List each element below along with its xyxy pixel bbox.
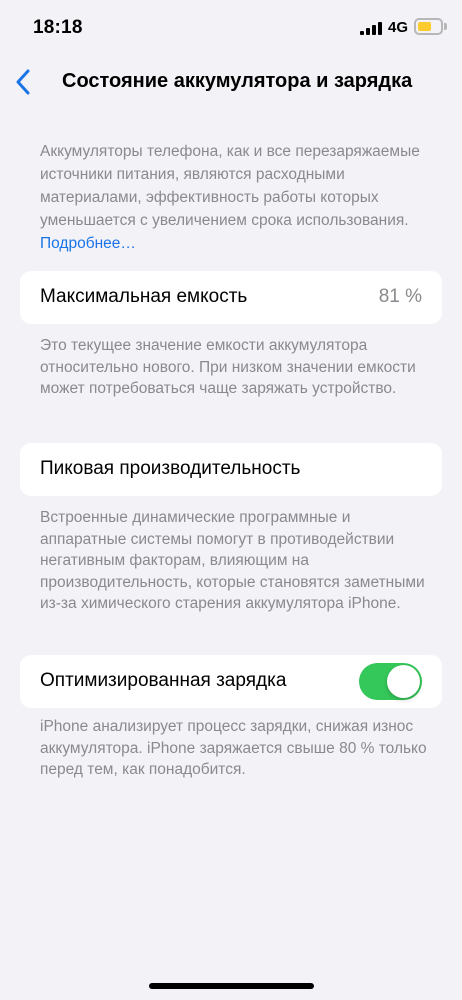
optimized-charging-row: Оптимизированная зарядка bbox=[20, 655, 442, 708]
intro-text: Аккумуляторы телефона, как и все перезар… bbox=[40, 140, 430, 255]
battery-level bbox=[418, 22, 431, 31]
network-type: 4G bbox=[388, 19, 409, 36]
intro-description: Аккумуляторы телефона, как и все перезар… bbox=[40, 143, 420, 229]
status-time: 18:18 bbox=[33, 17, 83, 38]
peak-performance-row: Пиковая производительность bbox=[20, 443, 442, 496]
max-capacity-row: Максимальная емкость 81 % bbox=[20, 271, 442, 324]
navigation-bar: Состояние аккумулятора и зарядка bbox=[0, 56, 462, 108]
max-capacity-label: Максимальная емкость bbox=[40, 286, 248, 307]
battery-cap bbox=[444, 23, 447, 30]
learn-more-link[interactable]: Подробнее… bbox=[40, 235, 136, 252]
max-capacity-footnote: Это текущее значение емкости аккумулятор… bbox=[40, 337, 416, 397]
back-button[interactable] bbox=[8, 62, 38, 102]
page-title: Состояние аккумулятора и зарядка bbox=[62, 70, 413, 92]
optimized-charging-footnote: iPhone анализирует процесс зарядки, сниж… bbox=[40, 718, 427, 778]
peak-performance-footnote: Встроенные динамические программные и ап… bbox=[40, 509, 425, 612]
optimized-charging-toggle[interactable] bbox=[359, 663, 422, 700]
home-indicator[interactable] bbox=[149, 983, 314, 989]
status-bar: 18:18 4G bbox=[0, 0, 462, 56]
cellular-signal-icon bbox=[360, 22, 382, 35]
peak-performance-label: Пиковая производительность bbox=[40, 458, 301, 479]
battery-icon bbox=[414, 18, 443, 35]
optimized-charging-label: Оптимизированная зарядка bbox=[40, 670, 287, 691]
toggle-knob bbox=[387, 665, 420, 698]
chevron-left-icon bbox=[16, 69, 30, 95]
max-capacity-value: 81 % bbox=[378, 286, 422, 307]
